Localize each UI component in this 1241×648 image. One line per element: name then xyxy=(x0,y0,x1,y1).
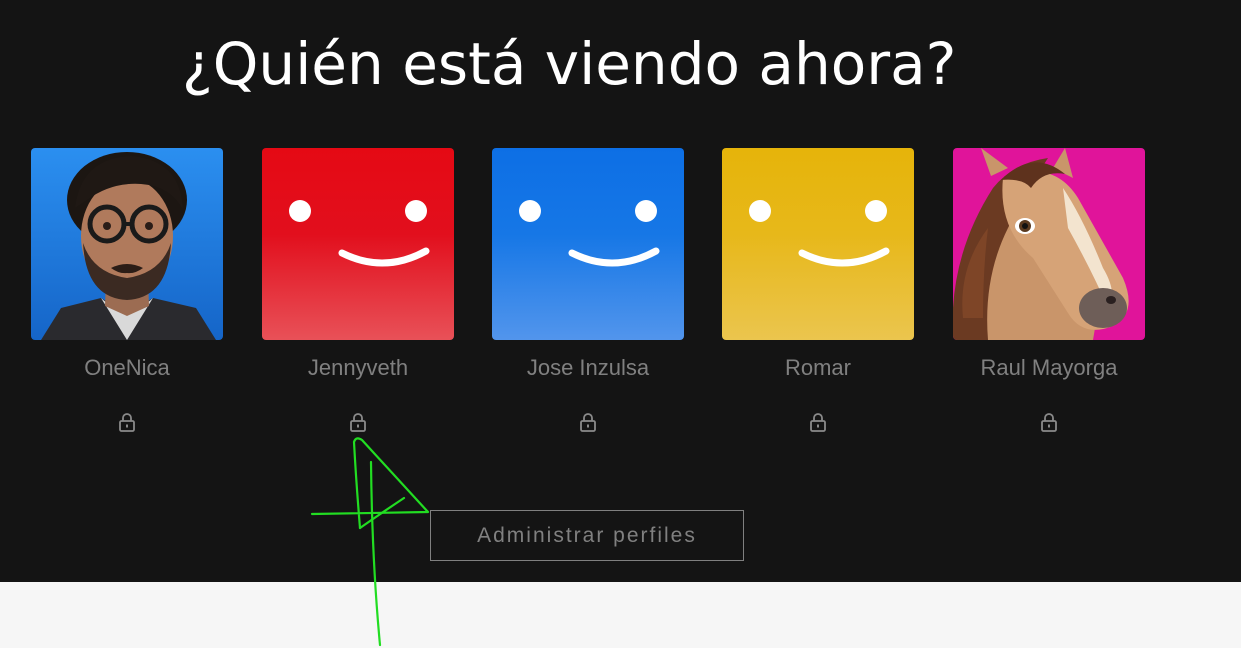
lock-icon xyxy=(1041,413,1057,432)
profile-jennyveth[interactable]: Jennyveth xyxy=(262,148,454,432)
lock-icon xyxy=(580,413,596,432)
smiley-face-icon xyxy=(492,148,684,340)
avatar-horse[interactable] xyxy=(953,148,1145,340)
lock-icon xyxy=(119,413,135,432)
profile-name: Raul Mayorga xyxy=(980,355,1118,380)
avatar-smiley-blue[interactable] xyxy=(492,148,684,340)
lock-icon xyxy=(350,413,366,432)
profile-raul-mayorga[interactable]: Raul Mayorga xyxy=(953,148,1145,432)
avatar-photo[interactable] xyxy=(31,148,223,340)
profile-gate-screen: ¿Quién está viendo ahora? OneNica Jennyv… xyxy=(0,0,1241,648)
smiley-face-icon xyxy=(722,148,914,340)
portrait-image xyxy=(31,148,223,340)
profile-name: Jennyveth xyxy=(307,355,409,380)
smiley-face-icon xyxy=(262,148,454,340)
profile-romar[interactable]: Romar xyxy=(722,148,914,432)
profile-jose-inzulsa[interactable]: Jose Inzulsa xyxy=(492,148,684,432)
profile-onenica[interactable]: OneNica xyxy=(31,148,223,432)
profile-name: Jose Inzulsa xyxy=(526,355,650,380)
horse-icon xyxy=(953,148,1145,340)
profile-name: OneNica xyxy=(84,355,170,380)
lock-icon xyxy=(810,413,826,432)
manage-profiles-button[interactable]: Administrar perfiles xyxy=(430,510,744,561)
avatar-smiley-red[interactable] xyxy=(262,148,454,340)
profile-gate-panel: ¿Quién está viendo ahora? OneNica Jennyv… xyxy=(0,0,1241,582)
avatar-smiley-yellow[interactable] xyxy=(722,148,914,340)
profile-name: Romar xyxy=(784,355,851,380)
page-title: ¿Quién está viendo ahora? xyxy=(182,30,957,98)
